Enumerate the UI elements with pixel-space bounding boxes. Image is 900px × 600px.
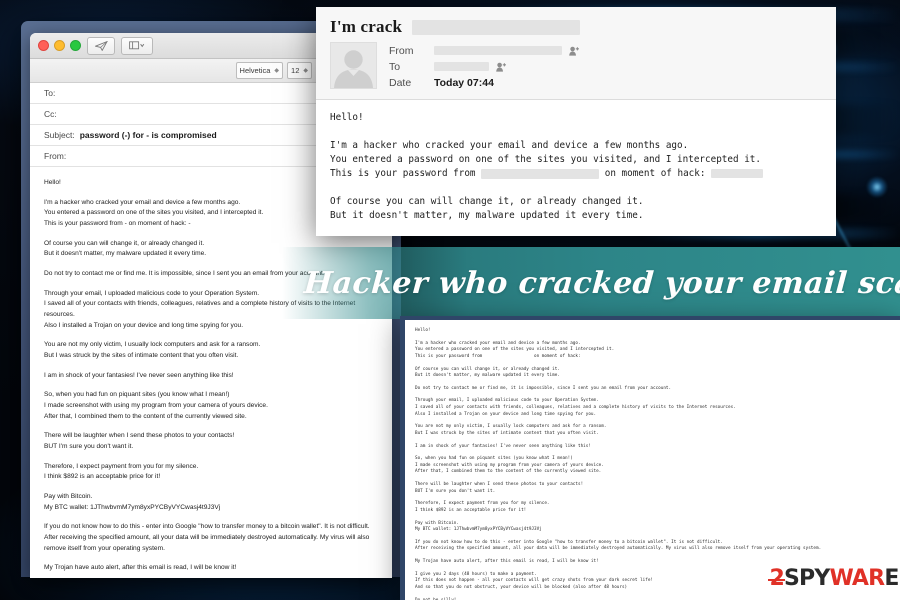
to-label: To: [44, 88, 56, 98]
compose-paragraph: If you do not know how to do this - ente… [44, 523, 370, 552]
to-redaction-bar [434, 62, 489, 71]
compose-paragraph: Therefore, I expect payment from you for… [44, 462, 199, 481]
cc-label: Cc: [44, 109, 57, 119]
document-line: After receiving the specified amount, al… [415, 546, 822, 552]
email-meta-rows: From To Date Today 07:44 [389, 42, 822, 90]
from-label: From [389, 44, 414, 57]
email-meta: From To Date Today 07:44 [330, 42, 822, 90]
date-label: Date [389, 76, 412, 89]
email-body-line: I'm a hacker who cracked your email and … [330, 140, 689, 151]
chevron-updown-icon: ◆ [274, 67, 280, 74]
email-body-line: Of course you can will change it, or alr… [330, 196, 644, 207]
email-body-line [330, 125, 822, 139]
avatar [330, 42, 377, 89]
email-popup-body: Hello! I'm a hacker who cracked your emai… [316, 100, 836, 236]
email-subject: I'm crack [330, 17, 403, 36]
email-body-line [330, 181, 822, 195]
email-from-row: From [389, 43, 822, 58]
article-title-banner: Hacker who cracked your email scam [282, 247, 900, 319]
zoom-button[interactable] [70, 40, 81, 51]
email-body-line: This is your password from on moment of … [330, 167, 822, 181]
email-body-line: You entered a password on one of the sit… [330, 154, 761, 165]
email-to-row: To [389, 59, 822, 74]
email-subject-row: I'm crack [330, 17, 822, 37]
email-body-text: on moment of hack: [599, 168, 712, 179]
email-body-line: But it doesn't matter, my malware update… [330, 210, 644, 221]
font-size-select[interactable]: 12 ◆ [287, 62, 312, 79]
email-date-row: Date Today 07:44 [389, 75, 822, 90]
header-fields-icon[interactable] [121, 36, 153, 55]
compose-paragraph: My Trojan have auto alert, after this em… [44, 564, 237, 572]
hack-date-redaction-bar [711, 169, 764, 178]
add-contact-icon[interactable] [569, 46, 580, 56]
logo-part-war: WAR [829, 565, 885, 591]
compose-paragraph: I am in shock of your fantasies! I've ne… [44, 371, 234, 379]
minimize-button[interactable] [54, 40, 65, 51]
email-popup-header: I'm crack From To Date Today 07:44 [316, 7, 836, 100]
to-label: To [389, 60, 401, 73]
close-button[interactable] [38, 40, 49, 51]
compose-paragraph: So, when you had fun on piquant sites (y… [44, 391, 268, 420]
compose-paragraph: There will be laughter when I send these… [44, 432, 235, 451]
font-size-value: 12 [291, 66, 300, 75]
from-redaction-bar [434, 46, 562, 55]
send-paper-plane-icon[interactable] [87, 36, 115, 55]
email-body-text: This is your password from [330, 168, 482, 179]
email-body-line: Hello! [330, 112, 364, 123]
logo-part-e: E [884, 565, 899, 591]
font-family-select[interactable]: Helvetica ◆ [235, 62, 284, 79]
email-preview-popup[interactable]: I'm crack From To Date Today 07:44 Hello… [316, 7, 836, 236]
logo-part-spy: SPY [783, 565, 830, 591]
site-logo: 2 SPY WAR E [768, 556, 900, 600]
subject-value: password (-) for - is compromised [79, 130, 217, 140]
window-traffic-lights [38, 40, 81, 51]
banner-title: Hacker who cracked your email scam [302, 265, 900, 301]
logo-part-2: 2 [768, 565, 785, 591]
password-redaction-bar [481, 168, 600, 179]
background-node [866, 176, 888, 198]
from-label: From: [44, 151, 67, 161]
compose-paragraph: You are not my only victim, I usually lo… [44, 341, 261, 360]
subject-label: Subject: [44, 130, 75, 140]
font-family-value: Helvetica [239, 66, 271, 75]
add-contact-icon[interactable] [496, 62, 507, 72]
date-value: Today 07:44 [434, 76, 494, 89]
chevron-updown-icon: ◆ [303, 67, 308, 74]
compose-paragraph: Pay with Bitcoin. My BTC wallet: 1JThwbv… [44, 493, 221, 511]
subject-redaction-bar [412, 19, 581, 35]
